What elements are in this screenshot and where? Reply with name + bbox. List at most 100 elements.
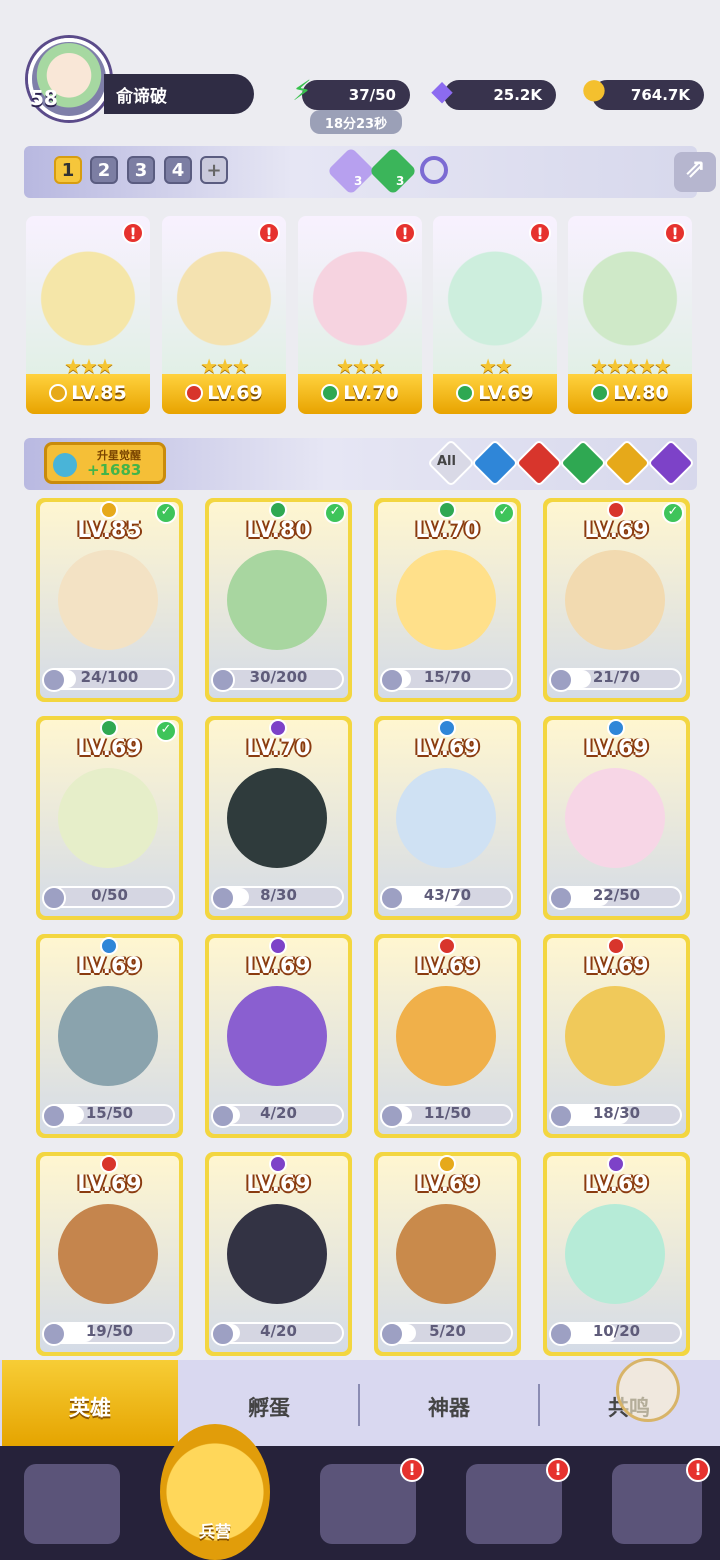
- coin-icon: ●: [581, 71, 607, 105]
- element-icon: [607, 501, 625, 519]
- nav-barracks[interactable]: 兵营: [160, 1424, 270, 1560]
- hero-level: LV.69: [584, 518, 649, 543]
- hero-level: LV.70: [298, 374, 422, 414]
- team-slot-2[interactable]: 2: [90, 156, 118, 184]
- element-icon: [591, 384, 610, 402]
- tab-heroes[interactable]: 英雄: [2, 1360, 178, 1446]
- nav-cards-icon[interactable]: [24, 1464, 120, 1544]
- hero-card[interactable]: LV.69 19/50: [36, 1152, 183, 1356]
- element-icon: [100, 937, 118, 955]
- hero-level: LV.80: [246, 518, 311, 543]
- share-icon[interactable]: ⇗: [674, 152, 716, 192]
- team-hero-card[interactable]: ! ★★★ LV.69: [162, 216, 286, 414]
- hero-portrait: [227, 1204, 327, 1304]
- hero-card[interactable]: ✓ LV.80 30/200: [205, 498, 352, 702]
- element-icon: [456, 384, 475, 402]
- hero-card[interactable]: LV.69 15/50: [36, 934, 183, 1138]
- hero-portrait: [396, 1204, 496, 1304]
- hero-level: LV.69: [77, 736, 142, 761]
- shard-progress: 4/20: [260, 1104, 297, 1122]
- team-hero-card[interactable]: ! ★★ LV.69: [433, 216, 557, 414]
- shard-progress: 15/50: [85, 1104, 134, 1122]
- hero-level: LV.69: [162, 374, 286, 414]
- alert-icon: !: [400, 1458, 424, 1482]
- team-slot-1[interactable]: 1: [54, 156, 82, 184]
- purple-gem-count: 3: [354, 174, 363, 188]
- element-icon: [269, 1155, 287, 1173]
- star-upgrade-button[interactable]: 升星觉醒 +1683: [44, 442, 166, 484]
- upgrade-count: +1683: [87, 461, 142, 479]
- hero-level: LV.85: [77, 518, 142, 543]
- hero-portrait: [565, 768, 665, 868]
- hero-portrait: [58, 768, 158, 868]
- hero-level: LV.69: [415, 954, 480, 979]
- shard-progress: 30/200: [249, 668, 308, 686]
- shard-progress: 5/20: [429, 1322, 466, 1340]
- hero-level: LV.70: [246, 736, 311, 761]
- hero-card[interactable]: LV.69 5/20: [374, 1152, 521, 1356]
- hero-level: LV.69: [584, 1172, 649, 1197]
- team-hero-card[interactable]: ! ★★★★★ LV.80: [568, 216, 692, 414]
- element-icon: [185, 384, 204, 402]
- alert-icon: !: [686, 1458, 710, 1482]
- purple-gem-icon: [326, 146, 376, 196]
- nav-castle-icon[interactable]: !: [466, 1458, 570, 1544]
- hero-level: LV.69: [77, 1172, 142, 1197]
- tab-bar: 英雄 孵蛋 神器 共鸣: [0, 1360, 720, 1446]
- shard-progress: 19/50: [85, 1322, 134, 1340]
- hero-card[interactable]: LV.69 43/70: [374, 716, 521, 920]
- hero-portrait: [565, 986, 665, 1086]
- hero-card[interactable]: ✓ LV.69 0/50: [36, 716, 183, 920]
- hero-card[interactable]: LV.69 11/50: [374, 934, 521, 1138]
- team-slot-3[interactable]: 3: [127, 156, 155, 184]
- shard-progress: 10/20: [592, 1322, 641, 1340]
- player-name[interactable]: 俞谛破: [104, 74, 254, 114]
- nav-barracks-label: 兵营: [198, 1522, 231, 1541]
- nav-mushroom-icon[interactable]: !: [612, 1458, 710, 1544]
- hero-level: LV.69: [415, 736, 480, 761]
- hero-portrait: [58, 986, 158, 1086]
- team-hero-card[interactable]: ! ★★★ LV.70: [298, 216, 422, 414]
- resonance-float-icon[interactable]: [616, 1358, 680, 1422]
- element-icon: [438, 501, 456, 519]
- hero-card[interactable]: ✓ LV.70 15/70: [374, 498, 521, 702]
- shard-progress: 15/70: [423, 668, 472, 686]
- top-bar: 58 俞谛破 37/50 ⚡ 18分23秒 25.2K ◆ 764.7K ●: [0, 0, 720, 140]
- team-selector: 1 2 3 4 + 3 3 ⇗: [24, 146, 716, 198]
- element-icon: [269, 501, 287, 519]
- shard-progress: 22/50: [592, 886, 641, 904]
- key-icon: [53, 453, 77, 477]
- team-hero-card[interactable]: ! ★★★ LV.85: [26, 216, 150, 414]
- hero-card[interactable]: LV.69 22/50: [543, 716, 690, 920]
- filter-all-label: All: [437, 454, 456, 469]
- hero-card[interactable]: LV.69 10/20: [543, 1152, 690, 1356]
- add-team-button[interactable]: +: [200, 156, 228, 184]
- alert-icon: !: [258, 222, 280, 244]
- element-icon: [438, 937, 456, 955]
- shard-progress: 0/50: [91, 886, 128, 904]
- hero-portrait: [396, 768, 496, 868]
- hero-card[interactable]: ✓ LV.69 21/70: [543, 498, 690, 702]
- team-slot-4[interactable]: 4: [164, 156, 192, 184]
- alert-icon: !: [122, 222, 144, 244]
- hero-level: LV.69: [584, 954, 649, 979]
- hero-portrait: [58, 550, 158, 650]
- shard-progress: 4/20: [260, 1322, 297, 1340]
- hero-card[interactable]: LV.69 4/20: [205, 1152, 352, 1356]
- hero-level: LV.69: [433, 374, 557, 414]
- diamond-icon: ◆: [431, 73, 453, 107]
- element-icon: [607, 719, 625, 737]
- hero-card[interactable]: LV.69 4/20: [205, 934, 352, 1138]
- alert-icon: !: [529, 222, 551, 244]
- hero-card[interactable]: ✓ LV.85 24/100: [36, 498, 183, 702]
- energy-timer: 18分23秒: [310, 110, 402, 134]
- hero-card[interactable]: LV.70 8/30: [205, 716, 352, 920]
- search-icon[interactable]: [420, 156, 448, 184]
- element-icon: [49, 384, 68, 402]
- tab-artifacts[interactable]: 神器: [360, 1360, 538, 1446]
- element-icon: [607, 937, 625, 955]
- nav-book-icon[interactable]: !: [320, 1458, 424, 1544]
- hero-level: LV.70: [415, 518, 480, 543]
- hero-card[interactable]: LV.69 18/30: [543, 934, 690, 1138]
- element-icon: [100, 719, 118, 737]
